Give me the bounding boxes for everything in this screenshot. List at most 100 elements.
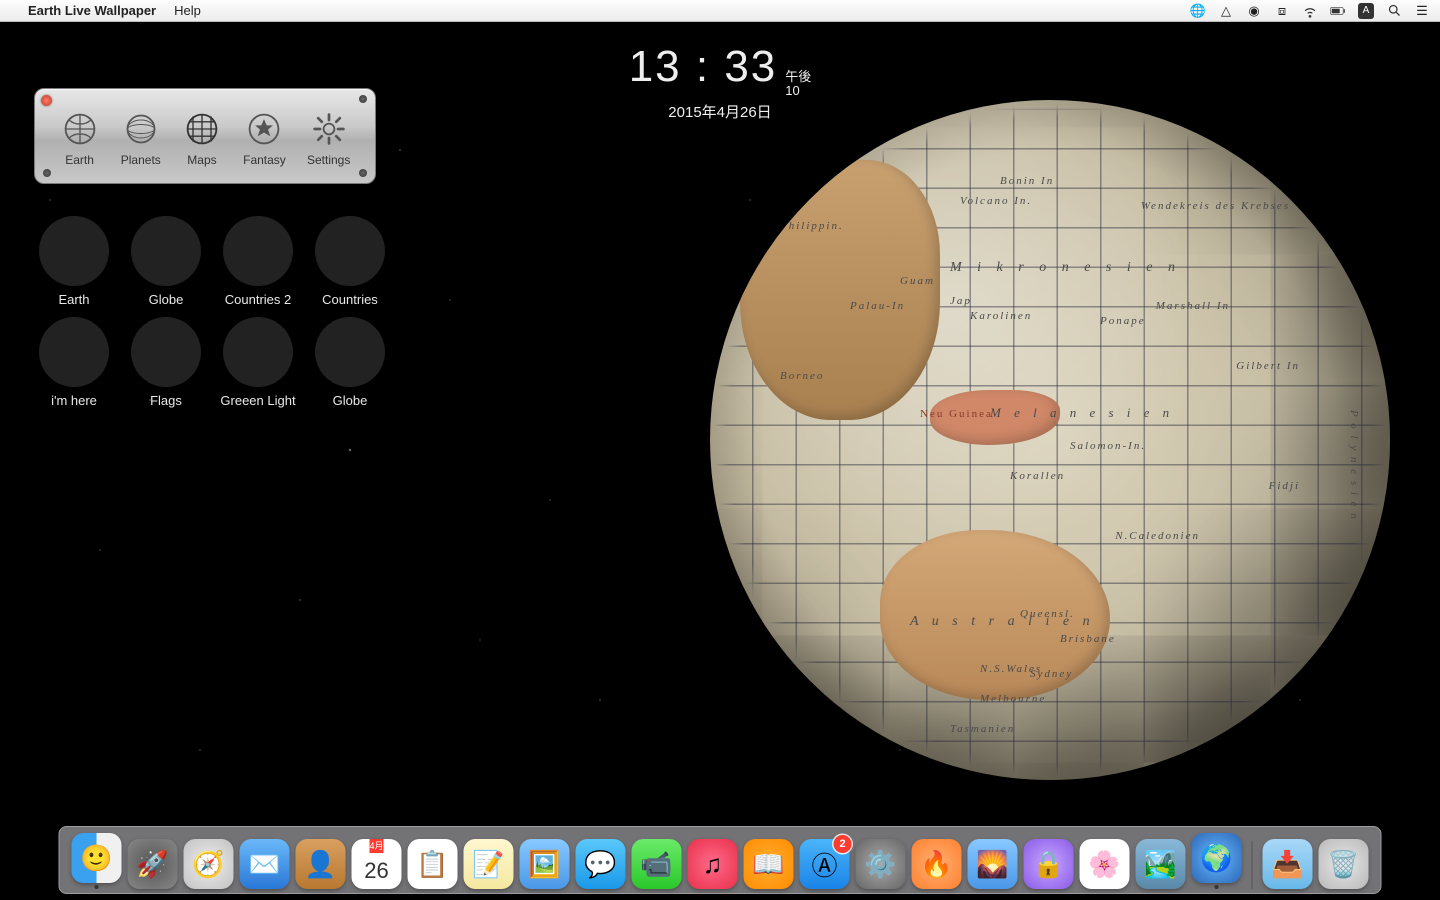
- map-label: Ponape: [1100, 315, 1146, 327]
- fantasy-icon: [244, 109, 284, 149]
- category-label: Fantasy: [243, 153, 286, 167]
- dock-safari[interactable]: 🧭: [184, 839, 234, 889]
- itunes-icon: ♫: [688, 839, 738, 889]
- dock-notes[interactable]: 📝: [464, 839, 514, 889]
- clock-seconds: 10: [785, 84, 811, 98]
- category-planets[interactable]: Planets: [121, 109, 161, 167]
- maps-icon: [182, 109, 222, 149]
- thumbnail: [315, 317, 385, 387]
- dock-preview[interactable]: 🌄: [968, 839, 1018, 889]
- dock-photos[interactable]: 🌸: [1080, 839, 1130, 889]
- wallpaper-greenlight[interactable]: Greeen Light: [214, 317, 302, 408]
- dock-trash[interactable]: 🗑️: [1319, 839, 1369, 889]
- dock-separator: [1252, 841, 1253, 889]
- map-label: Tasmanien: [950, 723, 1015, 735]
- wallpaper-globe2[interactable]: Globe: [306, 317, 394, 408]
- dock-itunes[interactable]: ♫: [688, 839, 738, 889]
- safari-icon: 🧭: [184, 839, 234, 889]
- app-menu[interactable]: Earth Live Wallpaper: [28, 3, 156, 18]
- wallpaper-label: Globe: [122, 292, 210, 307]
- map-label: Jap: [950, 295, 972, 307]
- flame-icon: 🔥: [912, 839, 962, 889]
- map-label: Volcano In.: [960, 195, 1032, 207]
- battery-icon[interactable]: [1330, 3, 1346, 19]
- dock-1password[interactable]: 🔒: [1024, 839, 1074, 889]
- contacts-icon: 👤: [296, 839, 346, 889]
- preview-icon: 🖼️: [520, 839, 570, 889]
- clock-meridiem: 午後: [785, 70, 811, 84]
- appstore-badge: 2: [834, 835, 852, 853]
- wallpaper-category-panel: Earth Planets Maps Fantasy Settings: [34, 88, 376, 184]
- input-source-icon[interactable]: A: [1358, 3, 1374, 19]
- earth-icon: [60, 109, 100, 149]
- calendar-day: 26: [364, 853, 388, 889]
- dock-facetime[interactable]: 📹: [632, 839, 682, 889]
- dock-contacts[interactable]: 👤: [296, 839, 346, 889]
- notes-icon: 📝: [464, 839, 514, 889]
- map-label: Queensl.: [1020, 608, 1075, 620]
- panel-close-button[interactable]: [41, 95, 52, 106]
- wallpaper-earth[interactable]: Earth: [30, 216, 118, 307]
- map-label: Palau-In: [850, 300, 905, 312]
- map-label: Korallen: [1010, 470, 1065, 482]
- map-label: Gilbert In: [1236, 360, 1300, 372]
- dock-preview-alt[interactable]: 🖼️: [520, 839, 570, 889]
- wallpaper-globe[interactable]: Globe: [122, 216, 210, 307]
- map-label: Brisbane: [1060, 633, 1116, 645]
- notification-center-icon[interactable]: ☰: [1414, 3, 1430, 19]
- dock-photo-editor[interactable]: 🏞️: [1136, 839, 1186, 889]
- map-label: Fidji: [1269, 480, 1300, 492]
- map-label: Marshall In: [1156, 300, 1230, 312]
- map-label: Bonin In: [1000, 175, 1054, 187]
- wallpaper-flags[interactable]: Flags: [122, 317, 210, 408]
- status-circle-icon[interactable]: ◉: [1246, 3, 1262, 19]
- trash-icon: 🗑️: [1319, 839, 1369, 889]
- ibooks-icon: 📖: [744, 839, 794, 889]
- wallpaper-label: Earth: [30, 292, 118, 307]
- wallpaper-countries2[interactable]: Countries 2: [214, 216, 302, 307]
- thumbnail: [315, 216, 385, 286]
- wallpaper-label: Globe: [306, 393, 394, 408]
- dock-downloads[interactable]: 📥: [1263, 839, 1313, 889]
- wallpaper-label: Countries: [306, 292, 394, 307]
- wallpaper-countries[interactable]: Countries: [306, 216, 394, 307]
- menu-bar: Earth Live Wallpaper Help 🌐 △ ◉ ⧈ A ☰: [0, 0, 1440, 22]
- lock-icon: 🔒: [1024, 839, 1074, 889]
- spotlight-icon[interactable]: [1386, 3, 1402, 19]
- clock-date: 2015年4月26日: [629, 101, 812, 122]
- google-drive-icon[interactable]: △: [1218, 3, 1234, 19]
- help-menu[interactable]: Help: [174, 3, 201, 18]
- dock-earth-live-wallpaper[interactable]: 🌍: [1192, 833, 1242, 889]
- globe-status-icon[interactable]: 🌐: [1190, 3, 1206, 19]
- dock-orange-app[interactable]: 🔥: [912, 839, 962, 889]
- dock-system-preferences[interactable]: ⚙️: [856, 839, 906, 889]
- dock-calendar[interactable]: 4月 26: [352, 839, 402, 889]
- desktop-clock: 13 : 33 午後 10 2015年4月26日: [629, 42, 812, 122]
- gear-icon: ⚙️: [856, 839, 906, 889]
- map-label: Salomon-In.: [1070, 440, 1146, 452]
- dock-appstore[interactable]: Ⓐ2: [800, 839, 850, 889]
- wallpaper-imhere[interactable]: i'm here: [30, 317, 118, 408]
- calendar-month: 4月: [369, 839, 383, 853]
- dock-finder[interactable]: 🙂: [72, 833, 122, 889]
- map-label: Borneo: [780, 370, 824, 382]
- dock-mail[interactable]: ✉️: [240, 839, 290, 889]
- thumbnail: [131, 317, 201, 387]
- category-maps[interactable]: Maps: [182, 109, 222, 167]
- dock-reminders[interactable]: 📋: [408, 839, 458, 889]
- thumbnail: [223, 216, 293, 286]
- wallpaper-label: Flags: [122, 393, 210, 408]
- category-settings[interactable]: Settings: [307, 109, 350, 167]
- category-fantasy[interactable]: Fantasy: [243, 109, 286, 167]
- reminders-icon: 📋: [408, 839, 458, 889]
- calendar-icon: 4月 26: [352, 839, 402, 889]
- wallpaper-label: Greeen Light: [214, 393, 302, 408]
- dock-ibooks[interactable]: 📖: [744, 839, 794, 889]
- dock-launchpad[interactable]: 🚀: [128, 839, 178, 889]
- dropbox-icon[interactable]: ⧈: [1274, 3, 1290, 19]
- launchpad-icon: 🚀: [128, 839, 178, 889]
- category-earth[interactable]: Earth: [60, 109, 100, 167]
- category-label: Earth: [60, 153, 100, 167]
- dock-messages[interactable]: 💬: [576, 839, 626, 889]
- wifi-icon[interactable]: [1302, 3, 1318, 19]
